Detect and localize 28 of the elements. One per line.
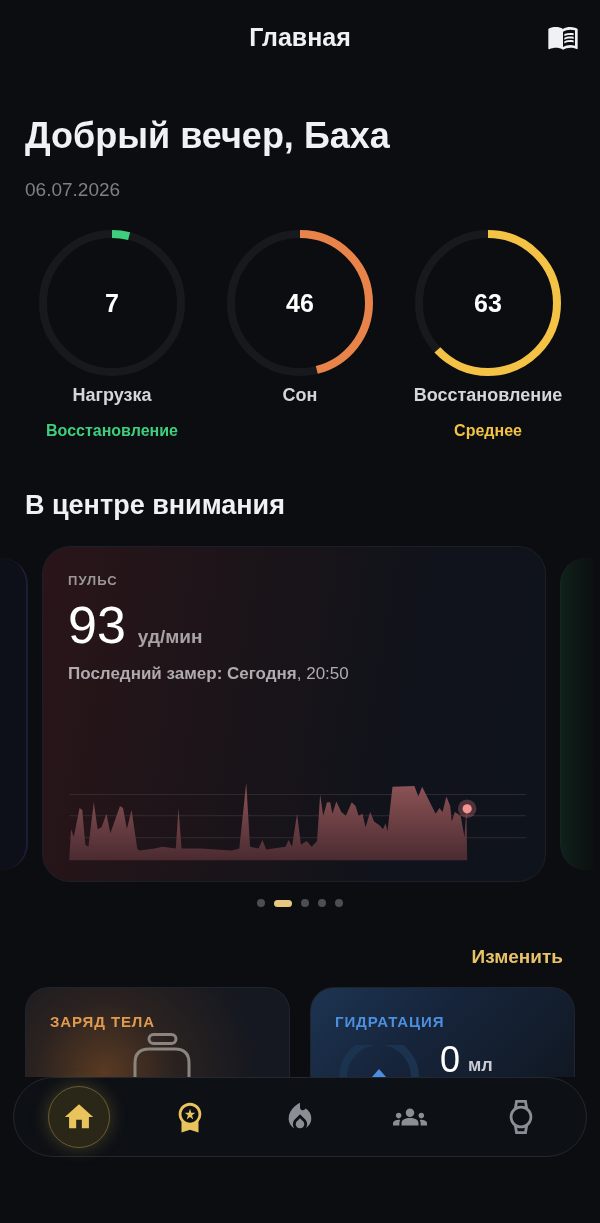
widget-title: ГИДРАТАЦИЯ [335,1013,446,1031]
nav-tab[interactable] [48,1086,111,1148]
widget-title: ЗАРЯД ТЕЛА [50,1013,157,1031]
edit-link[interactable]: Изменить [471,945,563,969]
latest-reading-marker-icon [457,799,477,819]
score-value: 46 [286,288,314,318]
screen-title: Главная [249,22,351,52]
hydration-card[interactable]: ГИДРАТАЦИЯ 0 мл [310,987,575,1077]
hydration-unit: мл [468,1055,493,1075]
score-status: Восстановление [46,421,178,441]
battery-icon [131,1033,192,1077]
pulse-unit: уд/мин [137,625,203,649]
score-label: Нагрузка [72,384,152,406]
card-label: ПУЛЬС [68,573,119,589]
score-status: Среднее [454,421,522,441]
body-battery-card[interactable]: ЗАРЯД ТЕЛА [25,987,290,1077]
current-date: 06.07.2026 [24,178,122,202]
score-label: Восстановление [413,384,563,406]
score-value: 7 [105,288,119,318]
pulse-card[interactable]: ПУЛЬС 93 уд/мин Последний замер: Сегодня, 20:50 [42,546,546,882]
greeting-heading: Добрый вечер, Баха [24,114,391,158]
hydration-value: 0 [440,1043,461,1077]
hydration-ring-icon [339,1045,419,1077]
last-measured-text: Последний замер: Сегодня, 20:50 [68,663,350,685]
section-heading: В центре внимания [24,489,286,521]
pulse-value: 93 [68,597,126,653]
score-value: 63 [474,288,502,318]
score-label: Сон [282,384,318,406]
